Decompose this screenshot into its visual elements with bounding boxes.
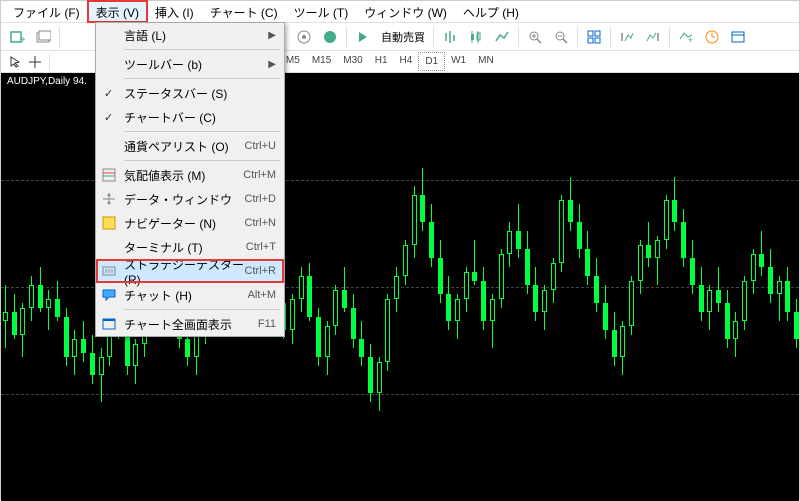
fullscreen-icon (100, 315, 118, 333)
menu-item[interactable]: データ・ウィンドウCtrl+D (96, 187, 284, 211)
menu-item-label: ステータスバー (S) (124, 85, 276, 102)
autotrading-button[interactable] (351, 25, 375, 49)
menubar-item[interactable]: ヘルプ (H) (455, 1, 527, 22)
chart-symbol-label: AUDJPY,Daily 94. (3, 75, 91, 88)
menu-item[interactable]: 気配値表示 (M)Ctrl+M (96, 163, 284, 187)
autotrading-label: 自動売買 (377, 29, 429, 45)
menu-shortcut: Ctrl+N (245, 217, 276, 229)
timeframe-m30[interactable]: M30 (337, 52, 368, 71)
tester-icon (100, 262, 118, 280)
separator (669, 27, 670, 47)
bar-chart-button[interactable] (438, 25, 462, 49)
menu-shortcut: Ctrl+D (245, 193, 276, 205)
signals-button[interactable] (318, 25, 342, 49)
separator (59, 27, 60, 47)
menu-item[interactable]: ツールバー (b)▶ (96, 52, 284, 76)
menu-separator (124, 160, 280, 161)
menu-separator (124, 49, 280, 50)
check-icon: ✓ (104, 111, 113, 124)
templates-button[interactable] (726, 25, 750, 49)
menu-item-label: データ・ウィンドウ (124, 191, 245, 208)
menu-shortcut: Ctrl+M (243, 169, 276, 181)
separator (610, 27, 611, 47)
separator (577, 27, 578, 47)
menu-item-label: ナビゲーター (N) (124, 215, 245, 232)
zoom-in-button[interactable] (523, 25, 547, 49)
timeframe-w1[interactable]: W1 (445, 52, 472, 71)
separator (433, 27, 434, 47)
menu-item-label: 通貨ペアリスト (O) (124, 138, 245, 155)
menu-item[interactable]: 通貨ペアリスト (O)Ctrl+U (96, 134, 284, 158)
metaquotes-button[interactable] (292, 25, 316, 49)
timeframe-d1[interactable]: D1 (418, 52, 445, 71)
crosshair-button[interactable] (25, 53, 45, 71)
market-watch-icon (100, 166, 118, 184)
periodicity-button[interactable] (700, 25, 724, 49)
menu-item-label: 気配値表示 (M) (124, 167, 243, 184)
view-menu-dropdown: 言語 (L)▶ツールバー (b)▶✓ステータスバー (S)✓チャートバー (C)… (95, 22, 285, 337)
menu-item-label: ターミナル (T) (124, 239, 246, 256)
check-icon: ✓ (104, 87, 113, 100)
timeframe-mn[interactable]: MN (472, 52, 500, 71)
shift-button[interactable] (615, 25, 639, 49)
candle-chart-button[interactable] (464, 25, 488, 49)
svg-text:+: + (20, 35, 25, 45)
menubar-item[interactable]: チャート (C) (202, 1, 286, 22)
menubar-item[interactable]: 挿入 (I) (147, 1, 202, 22)
chat-icon (100, 286, 118, 304)
menu-item[interactable]: ✓ チャートバー (C) (96, 105, 284, 129)
navigator-icon (100, 214, 118, 232)
menu-shortcut: Ctrl+R (245, 265, 276, 277)
cursor-button[interactable] (5, 53, 25, 71)
menu-shortcut: Alt+M (248, 289, 276, 301)
menu-item-label: ツールバー (b) (124, 56, 268, 73)
zoom-out-button[interactable] (549, 25, 573, 49)
menu-shortcut: Ctrl+U (245, 140, 276, 152)
menubar-item[interactable]: 表示 (V) (88, 1, 147, 22)
svg-text:+: + (688, 35, 693, 45)
menu-shortcut: F11 (258, 318, 276, 330)
submenu-arrow-icon: ▶ (268, 59, 276, 70)
line-chart-button[interactable] (490, 25, 514, 49)
profiles-button[interactable] (31, 25, 55, 49)
menu-item-label: チャート全画面表示 (124, 316, 258, 333)
menu-item[interactable]: ✓ ステータスバー (S) (96, 81, 284, 105)
separator (49, 54, 50, 70)
timeframe-h4[interactable]: H4 (394, 52, 419, 71)
menu-separator (124, 78, 280, 79)
menubar-item[interactable]: ツール (T) (286, 1, 357, 22)
data-window-icon (100, 190, 118, 208)
menu-separator (124, 131, 280, 132)
menu-item-label: チャートバー (C) (124, 109, 276, 126)
submenu-arrow-icon: ▶ (268, 30, 276, 41)
timeframe-h1[interactable]: H1 (369, 52, 394, 71)
separator (346, 27, 347, 47)
menu-item-label: ストラテジーテスター (R) (124, 256, 245, 287)
menubar-item[interactable]: ウィンドウ (W) (356, 1, 455, 22)
menu-shortcut: Ctrl+T (246, 241, 276, 253)
menu-item[interactable]: チャート全画面表示F11 (96, 312, 284, 336)
menu-item[interactable]: 言語 (L)▶ (96, 23, 284, 47)
menu-item-label: 言語 (L) (124, 27, 268, 44)
menu-item[interactable]: チャット (H)Alt+M (96, 283, 284, 307)
autoscroll-button[interactable] (641, 25, 665, 49)
separator (518, 27, 519, 47)
menu-separator (124, 309, 280, 310)
new-chart-button[interactable]: + (5, 25, 29, 49)
menu-item-label: チャット (H) (124, 287, 248, 304)
indicators-button[interactable]: + (674, 25, 698, 49)
menubar-item[interactable]: ファイル (F) (5, 1, 88, 22)
menubar: ファイル (F)表示 (V)挿入 (I)チャート (C)ツール (T)ウィンドウ… (1, 1, 799, 23)
timeframe-m15[interactable]: M15 (306, 52, 337, 71)
tile-windows-button[interactable] (582, 25, 606, 49)
menu-item[interactable]: ストラテジーテスター (R)Ctrl+R (96, 259, 284, 283)
menu-item[interactable]: ナビゲーター (N)Ctrl+N (96, 211, 284, 235)
